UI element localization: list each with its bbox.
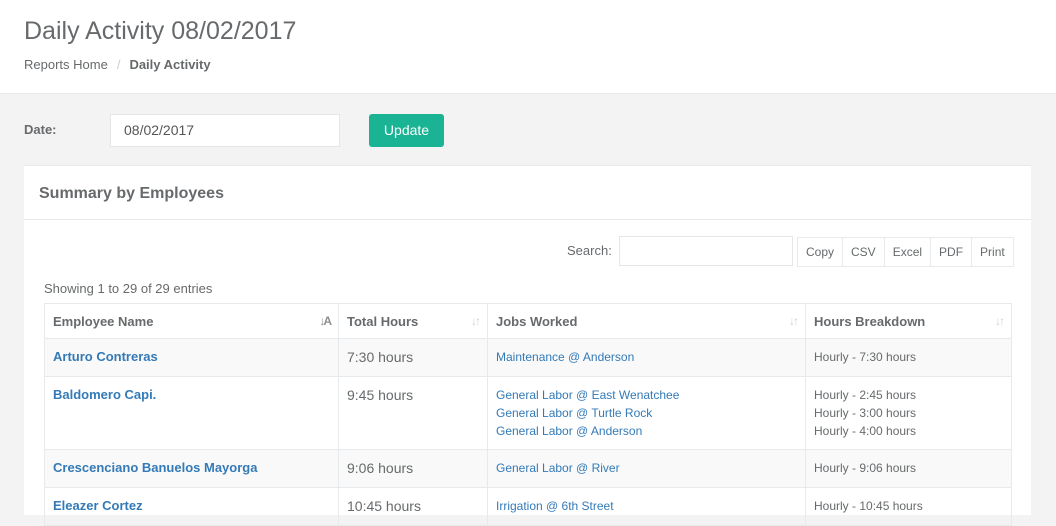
job-link[interactable]: Irrigation @ 6th Street: [496, 497, 797, 515]
column-header-employee-name[interactable]: Employee Name ↓A: [44, 303, 339, 339]
total-hours: 9:45 hours: [347, 387, 414, 403]
employee-name-link[interactable]: Crescenciano Banuelos Mayorga: [53, 460, 257, 475]
employee-name-link[interactable]: Baldomero Capi.: [53, 387, 156, 402]
total-hours: 7:30 hours: [347, 349, 414, 365]
search-input[interactable]: [619, 236, 793, 266]
hours-breakdown-line: Hourly - 4:00 hours: [814, 424, 917, 438]
copy-button[interactable]: Copy: [797, 237, 844, 267]
excel-button[interactable]: Excel: [883, 237, 932, 267]
print-button[interactable]: Print: [971, 237, 1014, 267]
panel-title: Summary by Employees: [39, 185, 224, 202]
table-header-row: Employee Name ↓A Total Hours ↓↑ Jobs Worke…: [44, 303, 1012, 339]
breadcrumb: Reports Home / Daily Activity: [24, 57, 211, 72]
column-header-total-hours[interactable]: Total Hours ↓↑: [338, 303, 488, 339]
breadcrumb-current: Daily Activity: [129, 57, 211, 72]
column-header-label: Employee Name: [53, 313, 154, 329]
job-link[interactable]: General Labor @ Turtle Rock: [496, 404, 797, 422]
search-label: Search:: [567, 243, 612, 258]
column-header-label: Total Hours: [347, 313, 419, 329]
date-input[interactable]: 08/02/2017: [110, 114, 340, 147]
column-header-hours-breakdown[interactable]: Hours Breakdown ↓↑: [805, 303, 1012, 339]
hours-breakdown-line: Hourly - 7:30 hours: [814, 350, 917, 364]
pdf-button[interactable]: PDF: [930, 237, 973, 267]
employee-table: Employee Name ↓A Total Hours ↓↑ Jobs Worke…: [44, 303, 1012, 526]
table-row: Arturo Contreras 7:30 hours Maintenance …: [44, 338, 1012, 377]
sort-icon: ↓↑: [995, 314, 1005, 328]
employee-name-link[interactable]: Eleazer Cortez: [53, 498, 143, 513]
update-button[interactable]: Update: [369, 114, 444, 147]
employee-name-link[interactable]: Arturo Contreras: [53, 349, 158, 364]
table-row: Crescenciano Banuelos Mayorga 9:06 hours…: [44, 449, 1012, 488]
job-link[interactable]: Maintenance @ Anderson: [496, 348, 797, 366]
column-header-label: Jobs Worked: [496, 313, 578, 329]
column-header-label: Hours Breakdown: [814, 313, 926, 329]
panel-header: Summary by Employees: [24, 166, 1031, 220]
hours-breakdown-line: Hourly - 9:06 hours: [814, 461, 917, 475]
column-header-jobs-worked[interactable]: Jobs Worked ↓↑: [487, 303, 806, 339]
hours-breakdown-line: Hourly - 3:00 hours: [814, 406, 917, 420]
total-hours: 10:45 hours: [347, 498, 421, 514]
table-row: Eleazer Cortez 10:45 hours Irrigation @ …: [44, 487, 1012, 526]
sort-asc-icon: ↓A: [319, 314, 332, 328]
breadcrumb-separator: /: [116, 57, 121, 72]
job-link[interactable]: General Labor @ Anderson: [496, 422, 797, 440]
page-header: Daily Activity 08/02/2017 Reports Home / D…: [0, 0, 1056, 94]
csv-button[interactable]: CSV: [842, 237, 885, 267]
hours-breakdown-line: Hourly - 10:45 hours: [814, 499, 923, 513]
hours-breakdown-line: Hourly - 2:45 hours: [814, 388, 917, 402]
export-button-group: Copy CSV Excel PDF Print: [797, 237, 1014, 267]
page-title: Daily Activity 08/02/2017: [24, 17, 297, 45]
job-link[interactable]: General Labor @ River: [496, 459, 797, 477]
table-row: Baldomero Capi. 9:45 hours General Labor…: [44, 376, 1012, 450]
table-info: Showing 1 to 29 of 29 entries: [44, 281, 213, 296]
sort-icon: ↓↑: [789, 314, 799, 328]
breadcrumb-reports-home[interactable]: Reports Home: [24, 57, 108, 72]
summary-panel: Summary by Employees Search: Copy CSV Ex…: [24, 165, 1031, 526]
job-link[interactable]: General Labor @ East Wenatchee: [496, 386, 797, 404]
total-hours: 9:06 hours: [347, 460, 414, 476]
date-label: Date:: [24, 122, 57, 137]
sort-icon: ↓↑: [471, 314, 481, 328]
